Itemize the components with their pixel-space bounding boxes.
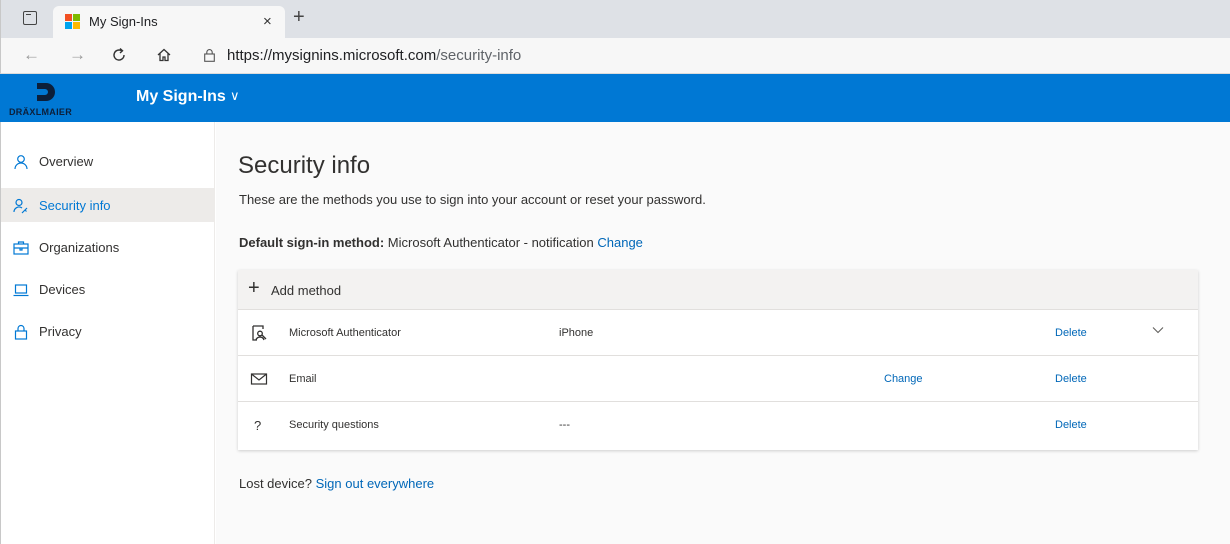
home-icon[interactable] (156, 47, 172, 63)
lost-device-text: Lost device? (239, 476, 312, 491)
method-detail: --- (559, 419, 570, 431)
new-tab-button[interactable]: + (293, 7, 305, 27)
app-header: DRÄXLMAIER My Sign-Ins ∨ (0, 74, 1230, 122)
laptop-icon (13, 284, 29, 297)
tab-title: My Sign-Ins (89, 14, 158, 29)
sidebar: Overview Security info Organizations Dev… (0, 122, 215, 544)
browser-tab[interactable]: My Sign-Ins × (53, 6, 285, 38)
sign-out-everywhere-link[interactable]: Sign out everywhere (316, 476, 435, 491)
default-method-label: Default sign-in method: (239, 235, 385, 250)
chevron-down-icon[interactable]: ∨ (230, 88, 240, 104)
sidebar-item-organizations[interactable]: Organizations (1, 230, 215, 264)
tab-actions-icon[interactable] (23, 11, 37, 25)
add-method-label: Add method (271, 283, 342, 298)
plus-icon: + (248, 277, 260, 299)
browser-tab-bar: My Sign-Ins × + (0, 0, 1230, 38)
change-link[interactable]: Change (884, 373, 923, 385)
close-tab-icon[interactable]: × (263, 13, 272, 30)
sidebar-item-overview[interactable]: Overview (1, 144, 215, 178)
briefcase-icon (13, 241, 29, 255)
sidebar-item-security-info[interactable]: Security info (1, 188, 215, 222)
add-method-button[interactable]: + Add method (238, 270, 1198, 310)
mail-icon (250, 373, 268, 385)
lost-device-line: Lost device? Sign out everywhere (239, 476, 434, 491)
company-logo: DRÄXLMAIER (8, 79, 98, 119)
default-method-value: Microsoft Authenticator - notification (387, 235, 594, 250)
change-default-method-link[interactable]: Change (597, 235, 643, 250)
page-title: Security info (238, 152, 371, 179)
default-sign-in-method: Default sign-in method: Microsoft Authen… (239, 235, 643, 250)
authenticator-icon (252, 325, 267, 341)
page-subtitle: These are the methods you use to sign in… (239, 192, 706, 207)
person-key-icon (13, 198, 28, 214)
lock-icon[interactable] (204, 49, 215, 62)
method-row-authenticator: Microsoft Authenticator iPhone Delete (238, 310, 1198, 356)
refresh-icon[interactable] (111, 47, 127, 63)
method-detail: iPhone (559, 327, 594, 339)
address-bar[interactable]: https://mysignins.microsoft.com/security… (227, 47, 521, 64)
methods-card: + Add method Microsoft Authenticator iPh… (238, 270, 1198, 450)
sidebar-item-label: Overview (39, 154, 94, 169)
sidebar-item-devices[interactable]: Devices (1, 272, 215, 306)
lock-icon (14, 324, 28, 340)
brand-name: DRÄXLMAIER (9, 107, 72, 117)
url-path: /security-info (436, 47, 522, 64)
delete-link[interactable]: Delete (1055, 419, 1087, 431)
back-icon[interactable]: ← (23, 46, 40, 64)
chevron-down-icon[interactable] (1151, 323, 1165, 337)
sidebar-item-label: Security info (39, 198, 111, 213)
method-row-security-questions: ? Security questions --- Delete (238, 402, 1198, 448)
sidebar-item-label: Organizations (39, 240, 120, 255)
method-name: Email (289, 373, 317, 385)
delete-link[interactable]: Delete (1055, 373, 1087, 385)
sidebar-item-privacy[interactable]: Privacy (1, 314, 215, 348)
sidebar-item-label: Devices (39, 282, 86, 297)
draxlmaier-logo-icon (37, 83, 55, 101)
method-name: Microsoft Authenticator (289, 327, 401, 339)
sidebar-item-label: Privacy (39, 324, 82, 339)
browser-toolbar: ← → https://mysignins.microsoft.com/secu… (0, 38, 1230, 74)
main-content: Security info These are the methods you … (216, 122, 1230, 544)
method-name: Security questions (289, 419, 379, 431)
microsoft-logo-icon (65, 14, 80, 29)
app-title[interactable]: My Sign-Ins (136, 88, 226, 106)
url-host: https://mysignins.microsoft.com (227, 47, 437, 64)
forward-icon[interactable]: → (69, 46, 86, 64)
question-icon: ? (254, 418, 262, 433)
method-row-email: Email Change Delete (238, 356, 1198, 402)
person-icon (14, 155, 28, 170)
delete-link[interactable]: Delete (1055, 327, 1087, 339)
